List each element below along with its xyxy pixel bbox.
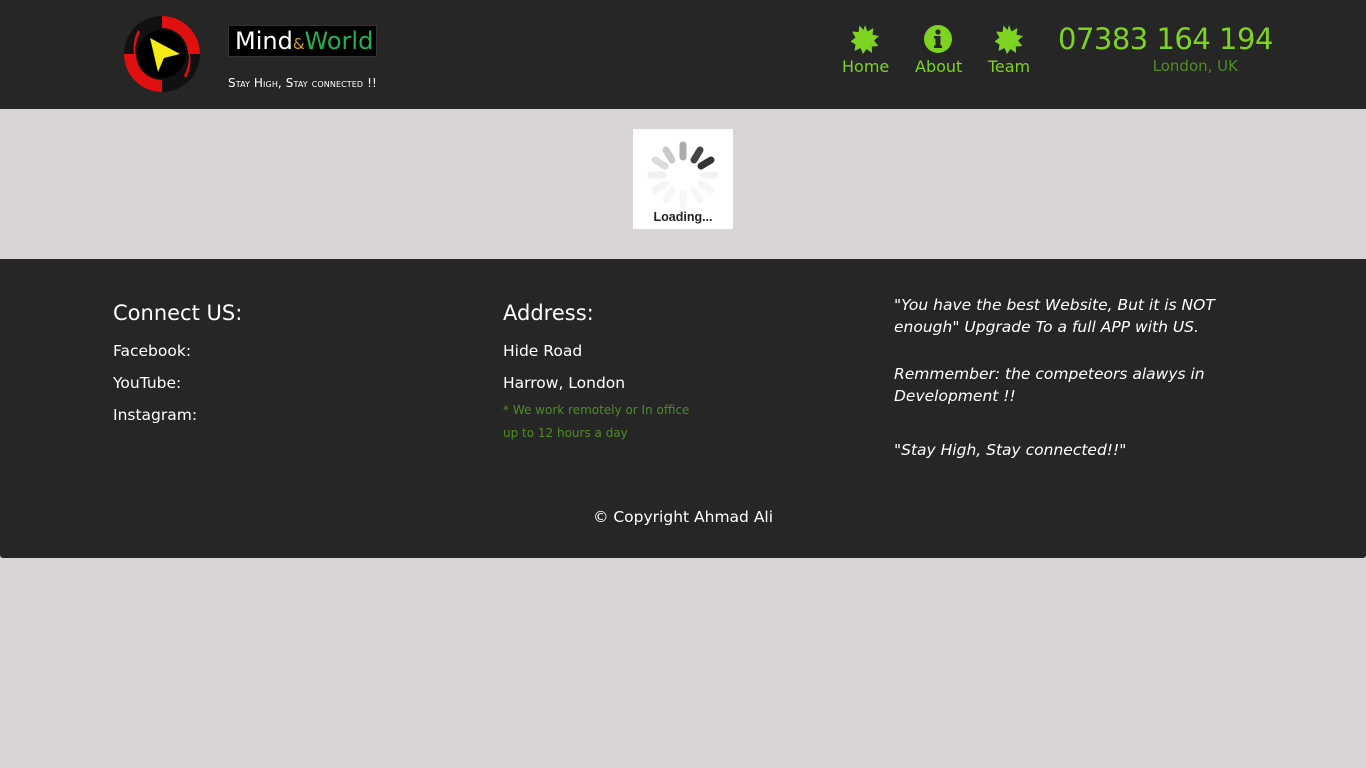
address-line-1: Hide Road — [503, 342, 583, 360]
nav-home[interactable]: Home — [842, 24, 890, 76]
loading-text: Loading... — [653, 210, 713, 224]
info-icon — [924, 25, 952, 53]
nav-about[interactable]: About — [915, 24, 963, 76]
nav-team-label: Team — [987, 57, 1031, 76]
site-footer: Connect US: Facebook: YouTube: Instagram… — [0, 259, 1366, 558]
work-note-2: up to 12 hours a day — [503, 426, 628, 440]
tagline-text: Stay High, Stay connected !! — [228, 76, 377, 90]
quote-upgrade: "You have the best Website, But it is NO… — [894, 296, 1215, 336]
brand-ampersand: & — [292, 35, 305, 53]
address-line-2: Harrow, London — [503, 374, 626, 392]
nav-team[interactable]: Team — [986, 24, 1032, 76]
copyright: © Copyright Ahmad Ali — [592, 508, 774, 526]
address-title: Address: — [503, 301, 594, 325]
brand-world: World — [304, 27, 374, 55]
brand-mind: Mind — [235, 27, 293, 55]
spinner-icon — [647, 141, 719, 209]
site-header: Mind&World Stay High, Stay connected !! … — [0, 0, 1366, 109]
instagram-link[interactable]: Instagram: — [113, 406, 197, 424]
nav-about-label: About — [915, 57, 963, 76]
badge-star-icon — [850, 25, 879, 54]
tagline: Stay High, Stay connected !! — [228, 76, 377, 90]
nav-home-label: Home — [842, 57, 890, 76]
site-logo[interactable] — [118, 10, 206, 98]
work-note-1: * We work remotely or In office — [503, 403, 690, 417]
phone-number[interactable]: 07383 164 194 — [1058, 22, 1273, 56]
facebook-link[interactable]: Facebook: — [113, 342, 191, 360]
quote-stay-high: "Stay High, Stay connected!!" — [894, 441, 1127, 459]
badge-star-icon — [994, 25, 1023, 54]
location-text: London, UK — [1152, 57, 1238, 75]
connect-title: Connect US: — [113, 301, 243, 325]
loading-indicator: Loading... — [633, 129, 733, 229]
youtube-link[interactable]: YouTube: — [113, 374, 181, 392]
quote-remember: Remmember: the competeors alawys in Deve… — [894, 365, 1205, 405]
brand-wordmark[interactable]: Mind&World — [228, 25, 377, 57]
